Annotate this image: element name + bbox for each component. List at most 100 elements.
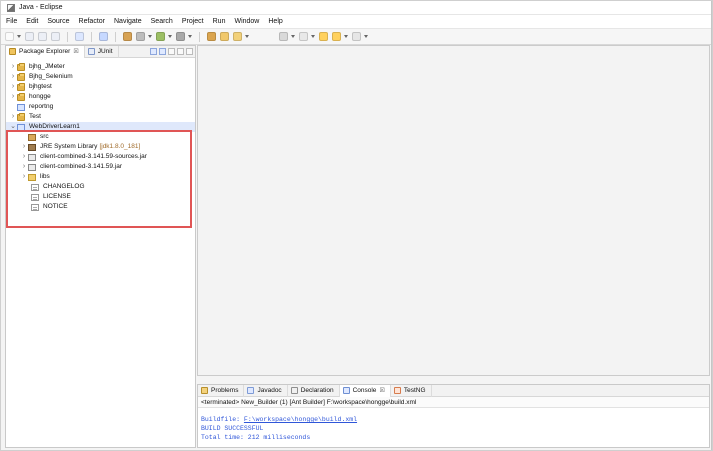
history-dropdown-icon[interactable]: [364, 35, 368, 38]
menu-window[interactable]: Window: [233, 15, 260, 29]
toolbar-separator: [199, 31, 200, 42]
menu-help[interactable]: Help: [267, 15, 283, 29]
tree-item-notice[interactable]: NOTICE: [6, 202, 195, 212]
declaration-icon: [290, 387, 298, 394]
tree-item-test[interactable]: › Test: [6, 112, 195, 122]
minimize-icon[interactable]: [177, 48, 184, 55]
external-tools-icon[interactable]: [176, 32, 185, 41]
console-line-2: BUILD SUCCESSFUL: [201, 425, 264, 432]
console-line-1-prefix: Buildfile:: [201, 416, 244, 423]
open-type-icon[interactable]: [207, 32, 216, 41]
junit-icon: [87, 48, 95, 55]
jre-version: [jdk1.8.0_181]: [99, 143, 141, 150]
annotation-dropdown-icon[interactable]: [291, 35, 295, 38]
tab-junit[interactable]: JUnit: [85, 46, 119, 58]
save-all-icon[interactable]: [38, 32, 47, 41]
expand-icon[interactable]: ›: [20, 152, 28, 162]
tab-label: Console: [352, 386, 377, 394]
menu-file[interactable]: File: [5, 15, 18, 29]
tab-console[interactable]: Console ☒: [339, 385, 391, 397]
tree-item-license[interactable]: LICENSE: [6, 192, 195, 202]
collapse-all-icon[interactable]: [150, 48, 157, 55]
menu-project[interactable]: Project: [181, 15, 205, 29]
tree-item-webdriverlearn1[interactable]: ⌄ WebDriverLearn1: [6, 122, 195, 132]
terminal-icon[interactable]: [75, 32, 84, 41]
jar-icon: [28, 153, 36, 161]
project-tree: › bjhg_JMeter › Bjhg_Selenium › bjhgtest…: [6, 58, 195, 228]
app-icon: [7, 3, 15, 12]
collapse-icon[interactable]: ⌄: [9, 122, 17, 132]
tree-item-libs[interactable]: › libs: [6, 172, 195, 182]
annotation-icon[interactable]: [279, 32, 288, 41]
menu-source[interactable]: Source: [46, 15, 70, 29]
search-dropdown-icon[interactable]: [245, 35, 249, 38]
run-icon[interactable]: [156, 32, 165, 41]
open-resource-icon[interactable]: [220, 32, 229, 41]
tree-item-sources-jar[interactable]: › client-combined-3.141.59-sources.jar: [6, 152, 195, 162]
tree-item-bjhg-selenium[interactable]: › Bjhg_Selenium: [6, 72, 195, 82]
tree-item-reportng[interactable]: › reportng: [6, 102, 195, 112]
expand-icon[interactable]: ›: [9, 92, 17, 102]
jar-icon: [28, 163, 36, 171]
tree-item-label: NOTICE: [43, 203, 68, 210]
project-icon: [17, 112, 25, 121]
menu-navigate[interactable]: Navigate: [113, 15, 143, 29]
new-icon[interactable]: [5, 32, 14, 41]
tab-testng[interactable]: TestNG: [391, 385, 432, 397]
console-icon: [342, 387, 350, 394]
pointer-icon[interactable]: [99, 32, 108, 41]
menu-search[interactable]: Search: [150, 15, 174, 29]
expand-icon[interactable]: ›: [9, 72, 17, 82]
project-icon: [17, 92, 25, 101]
tab-javadoc[interactable]: Javadoc: [244, 385, 288, 397]
navigation-dropdown-icon[interactable]: [344, 35, 348, 38]
file-icon: [31, 203, 39, 211]
new-dropdown-icon[interactable]: [17, 35, 21, 38]
tree-item-jar[interactable]: › client-combined-3.141.59.jar: [6, 162, 195, 172]
menu-edit[interactable]: Edit: [25, 15, 39, 29]
close-icon[interactable]: ☒: [379, 385, 384, 397]
tree-item-hongge[interactable]: › hongge: [6, 92, 195, 102]
close-icon[interactable]: ☒: [73, 46, 78, 58]
search-icon[interactable]: [233, 32, 242, 41]
expand-icon[interactable]: ›: [9, 112, 17, 122]
menu-refactor[interactable]: Refactor: [78, 15, 106, 29]
view-menu-icon[interactable]: [168, 48, 175, 55]
tree-item-bjhg-jmeter[interactable]: › bjhg_JMeter: [6, 62, 195, 72]
tab-problems[interactable]: Problems: [198, 385, 245, 397]
workbench: Package Explorer ☒ JUnit › bjhg_JMeter ›…: [1, 45, 712, 450]
forward-icon[interactable]: [332, 32, 341, 41]
tree-item-jre-system-library[interactable]: › JRE System Library [jdk1.8.0_181]: [6, 142, 195, 152]
tree-item-src[interactable]: › src: [6, 132, 195, 142]
tree-item-bjhgtest[interactable]: › bjhgtest: [6, 82, 195, 92]
tab-declaration[interactable]: Declaration: [288, 385, 340, 397]
tab-package-explorer[interactable]: Package Explorer ☒: [6, 46, 85, 58]
expand-icon[interactable]: ›: [9, 62, 17, 72]
history-icon[interactable]: [352, 32, 361, 41]
next-edit-icon[interactable]: [299, 32, 308, 41]
expand-icon[interactable]: ›: [20, 142, 28, 152]
back-icon[interactable]: [319, 32, 328, 41]
coverage-dropdown-icon[interactable]: [148, 35, 152, 38]
link-editor-icon[interactable]: [159, 48, 166, 55]
external-tools-dropdown-icon[interactable]: [188, 35, 192, 38]
expand-icon[interactable]: ›: [9, 82, 17, 92]
next-edit-dropdown-icon[interactable]: [311, 35, 315, 38]
run-dropdown-icon[interactable]: [168, 35, 172, 38]
tree-item-changelog[interactable]: CHANGELOG: [6, 182, 195, 192]
tree-item-label: Test: [29, 113, 41, 120]
print-icon[interactable]: [51, 32, 60, 41]
tree-item-label: client-combined-3.141.59-sources.jar: [40, 153, 147, 160]
expand-icon[interactable]: ›: [20, 172, 28, 182]
debug-icon[interactable]: [123, 32, 132, 41]
expand-icon[interactable]: ›: [20, 162, 28, 172]
maximize-icon[interactable]: [186, 48, 193, 55]
toolbar-separator: [115, 31, 116, 42]
main-toolbar: [1, 29, 712, 45]
project-icon: [17, 62, 25, 71]
menu-run[interactable]: Run: [212, 15, 227, 29]
buildfile-link[interactable]: F:\workspace\hongge\build.xml: [244, 416, 357, 423]
coverage-icon[interactable]: [136, 32, 145, 41]
project-icon: [17, 72, 25, 81]
save-icon[interactable]: [25, 32, 34, 41]
